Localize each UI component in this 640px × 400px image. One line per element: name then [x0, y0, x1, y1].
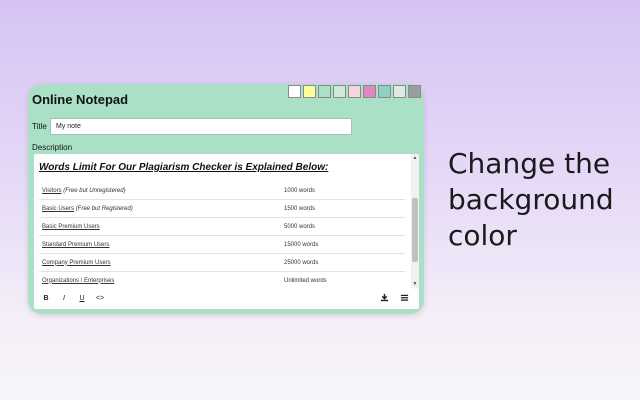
- scroll-down-icon[interactable]: ▼: [411, 280, 419, 288]
- limit-cell: 1500 words: [281, 199, 405, 218]
- title-label: Title: [32, 122, 47, 131]
- format-toolbar: B I U <>: [34, 290, 419, 309]
- tier-cell: Visitors (Free but Unregistered): [39, 182, 281, 200]
- tier-note: (Free but Unregistered): [63, 187, 126, 194]
- code-button[interactable]: <>: [94, 293, 106, 305]
- menu-icon[interactable]: [398, 293, 410, 305]
- editor-content[interactable]: Words Limit For Our Plagiarism Checker i…: [34, 154, 410, 288]
- table-row: Basic Users (Free but Registered) 1500 wo…: [39, 199, 405, 218]
- swatch-light-gray[interactable]: [393, 85, 406, 98]
- description-label: Description: [32, 143, 73, 152]
- scroll-thumb[interactable]: [412, 198, 418, 262]
- swatch-teal[interactable]: [378, 85, 391, 98]
- word-limit-table: Visitors (Free but Unregistered) 1000 wor…: [39, 182, 405, 288]
- swatch-white[interactable]: [288, 85, 301, 98]
- caption-text: Change the background color: [448, 146, 614, 254]
- italic-button[interactable]: I: [58, 293, 70, 305]
- app-title: Online Notepad: [32, 92, 129, 107]
- download-icon[interactable]: [378, 293, 390, 305]
- limit-cell: Unlimited words: [281, 271, 405, 288]
- tier-cell: Company Premium Users: [39, 253, 281, 272]
- limit-cell: 15000 words: [281, 235, 405, 254]
- limit-cell: 25000 words: [281, 253, 405, 272]
- table-row: Basic Premium Users 5000 words: [39, 217, 405, 236]
- caption-line-3: color: [448, 219, 517, 252]
- bold-button[interactable]: B: [40, 293, 52, 305]
- underline-button[interactable]: U: [76, 293, 88, 305]
- tier-link[interactable]: Standard Premium Users: [42, 242, 109, 248]
- tier-cell: Basic Premium Users: [39, 217, 281, 236]
- tier-cell: Standard Premium Users: [39, 235, 281, 254]
- tier-note: (Free but Registered): [75, 205, 133, 212]
- swatch-magenta[interactable]: [363, 85, 376, 98]
- table-row: Standard Premium Users 15000 words: [39, 235, 405, 254]
- tier-cell: Basic Users (Free but Registered): [39, 199, 281, 218]
- color-swatches: [288, 85, 421, 98]
- swatch-yellow[interactable]: [303, 85, 316, 98]
- editor-scrollbar[interactable]: ▲ ▼: [411, 154, 419, 288]
- caption-line-2: background: [448, 183, 614, 216]
- tier-link[interactable]: Basic Users: [42, 206, 74, 212]
- menu-icon-glyph: [400, 294, 408, 301]
- tier-link[interactable]: Basic Premium Users: [42, 224, 100, 230]
- tier-link[interactable]: Visitors: [42, 188, 62, 194]
- tier-link[interactable]: Company Premium Users: [42, 260, 111, 266]
- swatch-green[interactable]: [318, 85, 331, 98]
- limit-cell: 5000 words: [281, 217, 405, 236]
- table-row: Visitors (Free but Unregistered) 1000 wor…: [39, 182, 405, 200]
- tier-cell: Organizations / Enterprises: [39, 271, 281, 288]
- caption-line-1: Change the: [448, 147, 611, 180]
- document-heading: Words Limit For Our Plagiarism Checker i…: [39, 162, 329, 173]
- table-row: Organizations / Enterprises Unlimited wor…: [39, 271, 405, 288]
- table-row: Company Premium Users 25000 words: [39, 253, 405, 272]
- swatch-pink[interactable]: [348, 85, 361, 98]
- swatch-mint[interactable]: [333, 85, 346, 98]
- swatch-gray[interactable]: [408, 85, 421, 98]
- download-icon-glyph: [380, 293, 388, 302]
- scroll-up-icon[interactable]: ▲: [411, 154, 419, 162]
- notepad-card: Online Notepad Title Description Words L…: [28, 84, 424, 314]
- tier-link[interactable]: Organizations / Enterprises: [42, 278, 114, 284]
- title-input[interactable]: [50, 118, 352, 135]
- limit-cell: 1000 words: [281, 182, 405, 200]
- description-editor[interactable]: Words Limit For Our Plagiarism Checker i…: [34, 154, 419, 309]
